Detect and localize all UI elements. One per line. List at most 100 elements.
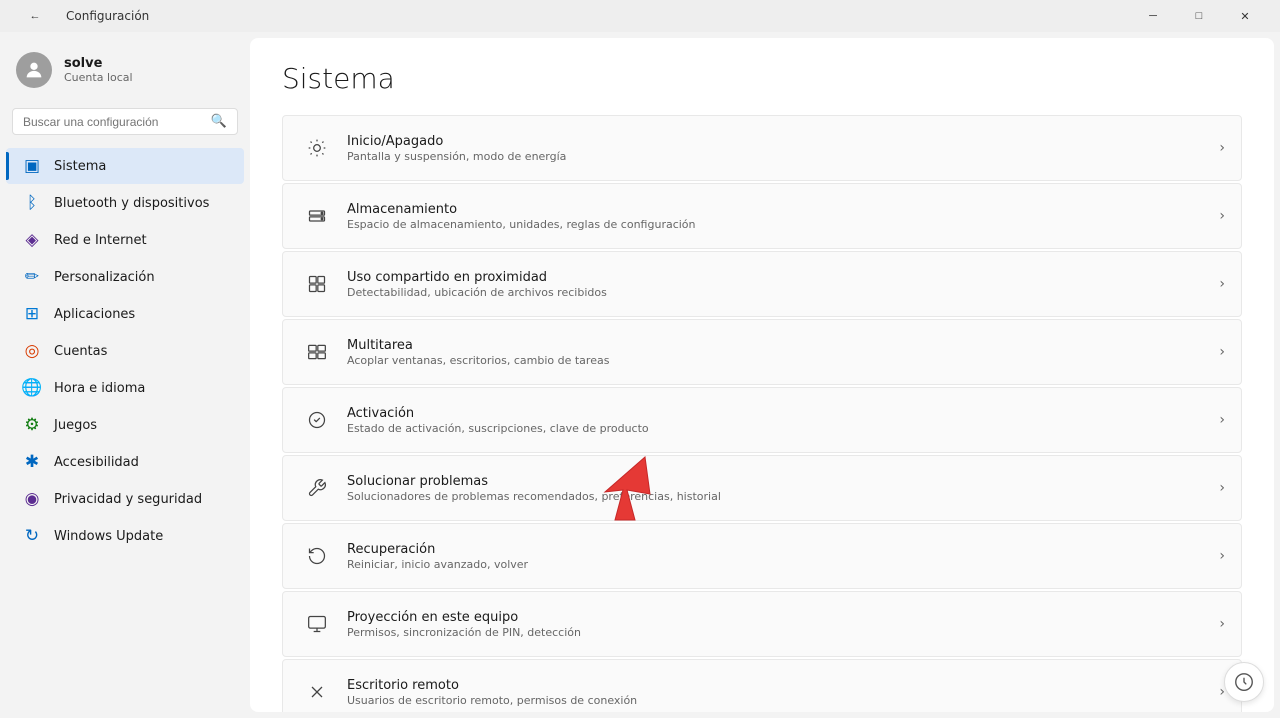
page-title: Sistema xyxy=(282,62,1242,95)
app-container: solve Cuenta local 🔍 ▣ Sistema ᛒ Bluetoo… xyxy=(0,32,1280,718)
sidebar-item-accesibilidad[interactable]: ✱ Accesibilidad xyxy=(6,444,244,480)
sidebar: solve Cuenta local 🔍 ▣ Sistema ᛒ Bluetoo… xyxy=(0,32,250,718)
maximize-button[interactable]: □ xyxy=(1176,0,1222,32)
inicio-title: Inicio/Apagado xyxy=(347,134,1219,149)
personal-icon: ✏ xyxy=(22,267,42,287)
avatar xyxy=(16,52,52,88)
proyeccion-chevron: › xyxy=(1219,616,1225,632)
solucionar-chevron: › xyxy=(1219,480,1225,496)
multitarea-desc: Acoplar ventanas, escritorios, cambio de… xyxy=(347,354,1219,367)
multitarea-title: Multitarea xyxy=(347,338,1219,353)
sidebar-item-label: Personalización xyxy=(54,270,155,285)
sidebar-item-label: Accesibilidad xyxy=(54,455,139,470)
sidebar-item-label: Bluetooth y dispositivos xyxy=(54,196,209,211)
update-icon: ↻ xyxy=(22,526,42,546)
proyeccion-icon xyxy=(299,606,335,642)
settings-item-escritorio-remoto[interactable]: Escritorio remoto Usuarios de escritorio… xyxy=(282,659,1242,712)
sidebar-item-bluetooth[interactable]: ᛒ Bluetooth y dispositivos xyxy=(6,185,244,221)
sidebar-item-label: Cuentas xyxy=(54,344,107,359)
solucionar-icon xyxy=(299,470,335,506)
sidebar-item-hora[interactable]: 🌐 Hora e idioma xyxy=(6,370,244,406)
settings-item-proyeccion[interactable]: Proyección en este equipo Permisos, sinc… xyxy=(282,591,1242,657)
activacion-chevron: › xyxy=(1219,412,1225,428)
escritorio-remoto-icon xyxy=(299,674,335,710)
settings-item-uso-compartido[interactable]: Uso compartido en proximidad Detectabili… xyxy=(282,251,1242,317)
proyeccion-desc: Permisos, sincronización de PIN, detecci… xyxy=(347,626,1219,639)
sistema-icon: ▣ xyxy=(22,156,42,176)
titlebar: ← Configuración ─ □ ✕ xyxy=(0,0,1280,32)
uso-compartido-chevron: › xyxy=(1219,276,1225,292)
sidebar-item-juegos[interactable]: ⚙ Juegos xyxy=(6,407,244,443)
sidebar-item-label: Windows Update xyxy=(54,529,163,544)
settings-item-multitarea[interactable]: Multitarea Acoplar ventanas, escritorios… xyxy=(282,319,1242,385)
proyeccion-title: Proyección en este equipo xyxy=(347,610,1219,625)
cuentas-icon: ◎ xyxy=(22,341,42,361)
titlebar-controls: ─ □ ✕ xyxy=(1130,0,1268,32)
sidebar-nav: ▣ Sistema ᛒ Bluetooth y dispositivos ◈ R… xyxy=(0,147,250,555)
recuperacion-chevron: › xyxy=(1219,548,1225,564)
back-button[interactable]: ← xyxy=(12,0,58,32)
activacion-icon xyxy=(299,402,335,438)
sidebar-item-aplicaciones[interactable]: ⊞ Aplicaciones xyxy=(6,296,244,332)
cortana-button[interactable] xyxy=(1224,662,1264,702)
sidebar-item-label: Sistema xyxy=(54,159,106,174)
solucionar-desc: Solucionadores de problemas recomendados… xyxy=(347,490,1219,503)
bluetooth-icon: ᛒ xyxy=(22,193,42,213)
almacenamiento-title: Almacenamiento xyxy=(347,202,1219,217)
settings-list: Inicio/Apagado Pantalla y suspensión, mo… xyxy=(282,115,1242,712)
red-icon: ◈ xyxy=(22,230,42,250)
solucionar-title: Solucionar problemas xyxy=(347,474,1219,489)
sidebar-item-personalizacion[interactable]: ✏ Personalización xyxy=(6,259,244,295)
accesibilidad-icon: ✱ xyxy=(22,452,42,472)
search-icon: 🔍 xyxy=(211,114,227,129)
uso-compartido-icon xyxy=(299,266,335,302)
settings-item-inicio[interactable]: Inicio/Apagado Pantalla y suspensión, mo… xyxy=(282,115,1242,181)
apps-icon: ⊞ xyxy=(22,304,42,324)
hora-icon: 🌐 xyxy=(22,378,42,398)
inicio-desc: Pantalla y suspensión, modo de energía xyxy=(347,150,1219,163)
activacion-desc: Estado de activación, suscripciones, cla… xyxy=(347,422,1219,435)
inicio-chevron: › xyxy=(1219,140,1225,156)
privacidad-icon: ◉ xyxy=(22,489,42,509)
main-wrapper: Sistema Inicio/Apagado Pantalla y suspen… xyxy=(250,32,1280,718)
minimize-button[interactable]: ─ xyxy=(1130,0,1176,32)
main-content: Sistema Inicio/Apagado Pantalla y suspen… xyxy=(250,38,1274,712)
user-section[interactable]: solve Cuenta local xyxy=(0,40,250,104)
multitarea-chevron: › xyxy=(1219,344,1225,360)
escritorio-remoto-title: Escritorio remoto xyxy=(347,678,1219,693)
sidebar-item-label: Hora e idioma xyxy=(54,381,145,396)
multitarea-icon xyxy=(299,334,335,370)
titlebar-left: ← Configuración xyxy=(12,0,149,32)
sidebar-item-label: Juegos xyxy=(54,418,97,433)
almacenamiento-chevron: › xyxy=(1219,208,1225,224)
almacenamiento-desc: Espacio de almacenamiento, unidades, reg… xyxy=(347,218,1219,231)
recuperacion-desc: Reiniciar, inicio avanzado, volver xyxy=(347,558,1219,571)
activacion-title: Activación xyxy=(347,406,1219,421)
sidebar-item-privacidad[interactable]: ◉ Privacidad y seguridad xyxy=(6,481,244,517)
titlebar-title: Configuración xyxy=(66,9,149,23)
uso-compartido-desc: Detectabilidad, ubicación de archivos re… xyxy=(347,286,1219,299)
sidebar-item-label: Red e Internet xyxy=(54,233,147,248)
settings-item-solucionar[interactable]: Solucionar problemas Solucionadores de p… xyxy=(282,455,1242,521)
username: solve xyxy=(64,56,133,71)
sidebar-item-cuentas[interactable]: ◎ Cuentas xyxy=(6,333,244,369)
recuperacion-title: Recuperación xyxy=(347,542,1219,557)
sidebar-item-label: Privacidad y seguridad xyxy=(54,492,202,507)
recuperacion-icon xyxy=(299,538,335,574)
search-box[interactable]: 🔍 xyxy=(12,108,238,135)
sidebar-item-sistema[interactable]: ▣ Sistema xyxy=(6,148,244,184)
account-type: Cuenta local xyxy=(64,71,133,84)
close-button[interactable]: ✕ xyxy=(1222,0,1268,32)
settings-item-almacenamiento[interactable]: Almacenamiento Espacio de almacenamiento… xyxy=(282,183,1242,249)
search-input[interactable] xyxy=(23,115,205,129)
settings-item-activacion[interactable]: Activación Estado de activación, suscrip… xyxy=(282,387,1242,453)
juegos-icon: ⚙ xyxy=(22,415,42,435)
sidebar-item-update[interactable]: ↻ Windows Update xyxy=(6,518,244,554)
escritorio-remoto-desc: Usuarios de escritorio remoto, permisos … xyxy=(347,694,1219,707)
settings-item-recuperacion[interactable]: Recuperación Reiniciar, inicio avanzado,… xyxy=(282,523,1242,589)
uso-compartido-title: Uso compartido en proximidad xyxy=(347,270,1219,285)
sidebar-item-label: Aplicaciones xyxy=(54,307,135,322)
almacenamiento-icon xyxy=(299,198,335,234)
sidebar-item-red[interactable]: ◈ Red e Internet xyxy=(6,222,244,258)
user-info: solve Cuenta local xyxy=(64,56,133,84)
